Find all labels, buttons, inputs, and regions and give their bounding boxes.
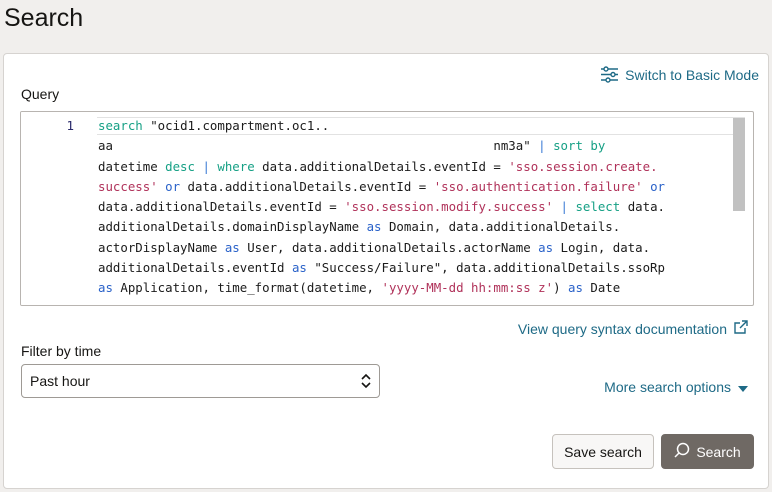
code-token: success': [98, 178, 158, 194]
code-token: actorDisplayName: [98, 239, 225, 255]
code-token: ): [553, 280, 568, 296]
code-line: additionalDetails.domainDisplayName as D…: [98, 217, 738, 237]
code-token: 'yyyy-MM-dd hh:mm:ss z': [381, 280, 554, 296]
code-token: aa nm3a": [98, 138, 539, 154]
search-button[interactable]: Search: [661, 434, 754, 469]
search-icon: [674, 442, 690, 461]
more-search-options-toggle[interactable]: More search options: [604, 379, 748, 395]
caret-down-icon: [738, 379, 748, 395]
code-token: Application, time_format(datetime,: [112, 280, 382, 296]
code-line: search "ocid1.compartment.oc1..: [98, 116, 738, 136]
code-line: aa nm3a" | sort by: [98, 136, 738, 156]
more-options-label: More search options: [604, 379, 731, 395]
code-line: additionalDetails.eventId as "Success/Fa…: [98, 258, 738, 278]
code-token: Domain, data.additionalDetails.: [381, 219, 621, 235]
search-panel: Switch to Basic Mode Query 1 search "oci…: [3, 53, 769, 489]
page-title: Search: [4, 4, 84, 32]
query-syntax-doc-link[interactable]: View query syntax documentation: [518, 320, 748, 337]
code-token: search: [98, 118, 143, 133]
editor-gutter: 1: [21, 112, 95, 305]
code-token: |: [202, 158, 210, 174]
editor-scrollbar[interactable]: [733, 118, 745, 211]
select-updown-icon: [361, 373, 371, 392]
code-token: |: [538, 138, 546, 154]
time-filter-select[interactable]: Past hour: [21, 364, 380, 398]
sliders-icon: [600, 66, 619, 83]
switch-basic-mode-link[interactable]: Switch to Basic Mode: [600, 66, 759, 83]
code-token: or: [165, 178, 181, 194]
code-token: data.additionalDetails.eventId =: [180, 178, 434, 194]
external-link-icon: [734, 320, 748, 337]
code-token: Date: [582, 280, 621, 296]
switch-basic-mode-label: Switch to Basic Mode: [625, 66, 759, 83]
line-number: 1: [66, 118, 74, 133]
code-token: |: [560, 199, 568, 215]
code-token: additionalDetails.domainDisplayName: [98, 219, 367, 235]
code-line: as Application, time_format(datetime, 'y…: [98, 278, 738, 298]
code-token: data.additionalDetails.eventId =: [254, 158, 509, 174]
code-token: User, data.additionalDetails.actorName: [239, 239, 539, 255]
code-line: datetime desc | where data.additionalDet…: [98, 157, 738, 177]
code-line: data.additionalDetails.eventId = 'sso.se…: [98, 197, 738, 217]
code-line: success' or data.additionalDetails.event…: [98, 177, 738, 197]
query-label: Query: [21, 86, 60, 102]
code-token: as: [224, 239, 240, 255]
code-token: sort by: [553, 138, 606, 154]
query-editor[interactable]: 1 search "ocid1.compartment.oc1.. aa nm3a…: [20, 111, 754, 306]
code-token: 'sso.session.create.: [508, 158, 658, 174]
query-code[interactable]: search "ocid1.compartment.oc1.. aa nm3a" …: [98, 116, 738, 299]
filter-by-time-label: Filter by time: [21, 343, 102, 359]
code-token: "ocid1.compartment.oc1..: [142, 118, 330, 133]
code-token: or: [650, 178, 665, 194]
code-token: 'sso.authentication.failure': [433, 178, 643, 194]
code-token: where: [217, 158, 255, 174]
search-button-label: Search: [696, 443, 741, 460]
code-token: Login, data.: [553, 239, 651, 255]
code-token: desc: [165, 158, 195, 174]
time-filter-value: Past hour: [30, 373, 90, 389]
save-search-button[interactable]: Save search: [552, 434, 654, 469]
doc-link-label: View query syntax documentation: [517, 320, 727, 337]
code-token: select: [575, 199, 621, 215]
code-token: as: [567, 280, 583, 296]
code-token: as: [366, 219, 382, 235]
code-token: as: [538, 239, 554, 255]
code-token: "Success/Failure", data.additionalDetail…: [306, 260, 665, 276]
code-token: 'sso.session.modify.success': [344, 199, 554, 215]
code-line: actorDisplayName as User, data.additiona…: [98, 238, 738, 258]
code-token: data.additionalDetails.eventId =: [98, 199, 345, 215]
code-token: additionalDetails.eventId: [98, 260, 292, 276]
code-token: data.: [620, 199, 665, 215]
code-token: as: [291, 260, 307, 276]
code-token: as: [98, 280, 113, 296]
code-token: datetime: [98, 158, 166, 174]
